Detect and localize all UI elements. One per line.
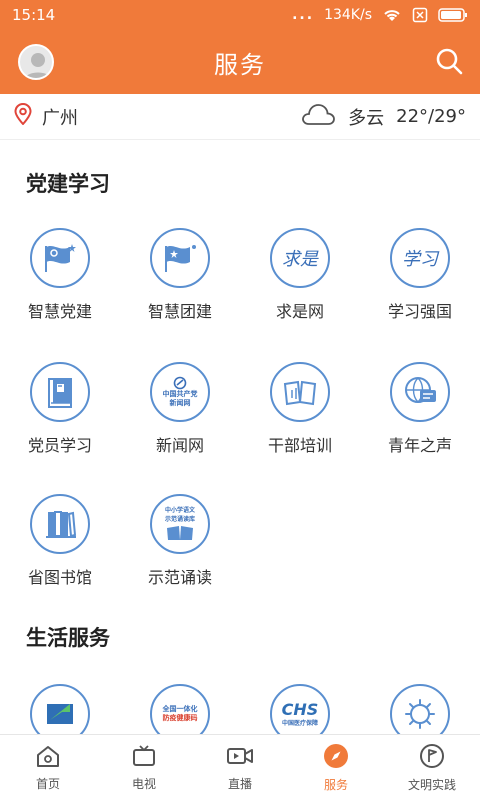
search-icon[interactable] xyxy=(434,46,464,76)
weather-info: 多云 22°/29° xyxy=(300,102,480,131)
globe-chat-icon xyxy=(390,362,450,422)
tile-label: 新闻网 xyxy=(155,436,204,455)
more-dots: ... xyxy=(292,7,315,23)
tile-smart-party[interactable]: 智慧党建 xyxy=(0,228,120,322)
nav-home[interactable]: 首页 xyxy=(0,735,96,800)
cpc-news-icon: 中国共产党 新闻网 xyxy=(150,362,210,422)
tile-life-service-1[interactable] xyxy=(0,684,120,734)
party-flag-icon xyxy=(30,228,90,288)
tile-label: 党员学习 xyxy=(27,436,92,455)
tv-icon xyxy=(131,744,157,771)
tile-youth-voice[interactable]: 青年之声 xyxy=(360,362,480,456)
flag-circle-icon xyxy=(419,743,445,772)
service-content: 党建学习 智慧党建 智慧团建 求是 求是网 学习 学习强国 党员学习 中国共产党… xyxy=(0,150,480,734)
tile-news-network[interactable]: 中国共产党 新闻网 新闻网 xyxy=(120,362,240,456)
no-sim-icon xyxy=(412,7,428,23)
green-arrow-icon xyxy=(30,684,90,734)
location[interactable]: 广州 xyxy=(0,102,300,130)
temperature-range: 22°/29° xyxy=(396,106,466,127)
section-title-party: 党建学习 xyxy=(26,172,110,196)
tile-xuexi[interactable]: 学习 学习强国 xyxy=(360,228,480,322)
tile-model-reading[interactable]: 中小学语文 示范诵读库 示范诵读 xyxy=(120,494,240,588)
tile-qiushi[interactable]: 求是 求是网 xyxy=(240,228,360,322)
weather-condition: 多云 xyxy=(348,107,385,129)
compass-icon xyxy=(323,743,349,772)
nav-civilization[interactable]: 文明实践 xyxy=(384,735,480,800)
tile-label: 省图书馆 xyxy=(27,568,92,587)
xuexi-calligraphy-icon: 学习 xyxy=(390,228,450,288)
nav-live[interactable]: 直播 xyxy=(192,735,288,800)
home-icon xyxy=(35,744,61,771)
tile-label: 干部培训 xyxy=(267,436,332,455)
cloud-icon xyxy=(300,102,336,131)
tile-provincial-library[interactable]: 省图书馆 xyxy=(0,494,120,588)
bottom-nav: 首页 电视 直播 服务 文明实践 xyxy=(0,734,480,800)
tile-life-service-3[interactable]: CHS 中国医疗保障 xyxy=(240,684,360,734)
tile-label: 求是网 xyxy=(275,302,324,321)
books-icon xyxy=(30,494,90,554)
virus-icon xyxy=(390,684,450,734)
tile-smart-league[interactable]: 智慧团建 xyxy=(120,228,240,322)
open-book-icon xyxy=(270,362,330,422)
reading-book-icon: 中小学语文 示范诵读库 xyxy=(150,494,210,554)
tile-party-study[interactable]: 党员学习 xyxy=(0,362,120,456)
tile-cadre-training[interactable]: 干部培训 xyxy=(240,362,360,456)
avatar[interactable] xyxy=(18,44,54,80)
tile-label: 学习强国 xyxy=(387,302,452,321)
battery-icon xyxy=(438,7,468,23)
tile-label: 青年之声 xyxy=(387,436,452,455)
tile-life-service-4[interactable] xyxy=(360,684,480,734)
app-header: 服务 xyxy=(0,30,480,94)
chs-insurance-icon: CHS 中国医疗保障 xyxy=(270,684,330,734)
status-time: 15:14 xyxy=(12,6,56,24)
health-code-icon: 全国一体化 防疫健康码 xyxy=(150,684,210,734)
page-title: 服务 xyxy=(214,50,266,79)
qiushi-calligraphy-icon: 求是 xyxy=(270,228,330,288)
tile-label: 智慧党建 xyxy=(27,302,92,321)
league-flag-icon xyxy=(150,228,210,288)
nav-tv[interactable]: 电视 xyxy=(96,735,192,800)
weather-bar: 广州 多云 22°/29° xyxy=(0,94,480,140)
nav-service[interactable]: 服务 xyxy=(288,735,384,800)
tile-life-service-2[interactable]: 全国一体化 防疫健康码 xyxy=(120,684,240,734)
video-icon xyxy=(226,744,254,771)
city-name: 广州 xyxy=(42,107,78,129)
wifi-icon xyxy=(382,7,402,23)
status-bar: 15:14 ... 134K/s xyxy=(0,0,480,30)
network-speed: 134K/s xyxy=(324,7,372,23)
tile-label: 智慧团建 xyxy=(147,302,212,321)
party-book-icon xyxy=(30,362,90,422)
section-title-life: 生活服务 xyxy=(26,626,110,650)
location-pin-icon xyxy=(14,102,32,130)
tile-label: 示范诵读 xyxy=(147,568,212,587)
